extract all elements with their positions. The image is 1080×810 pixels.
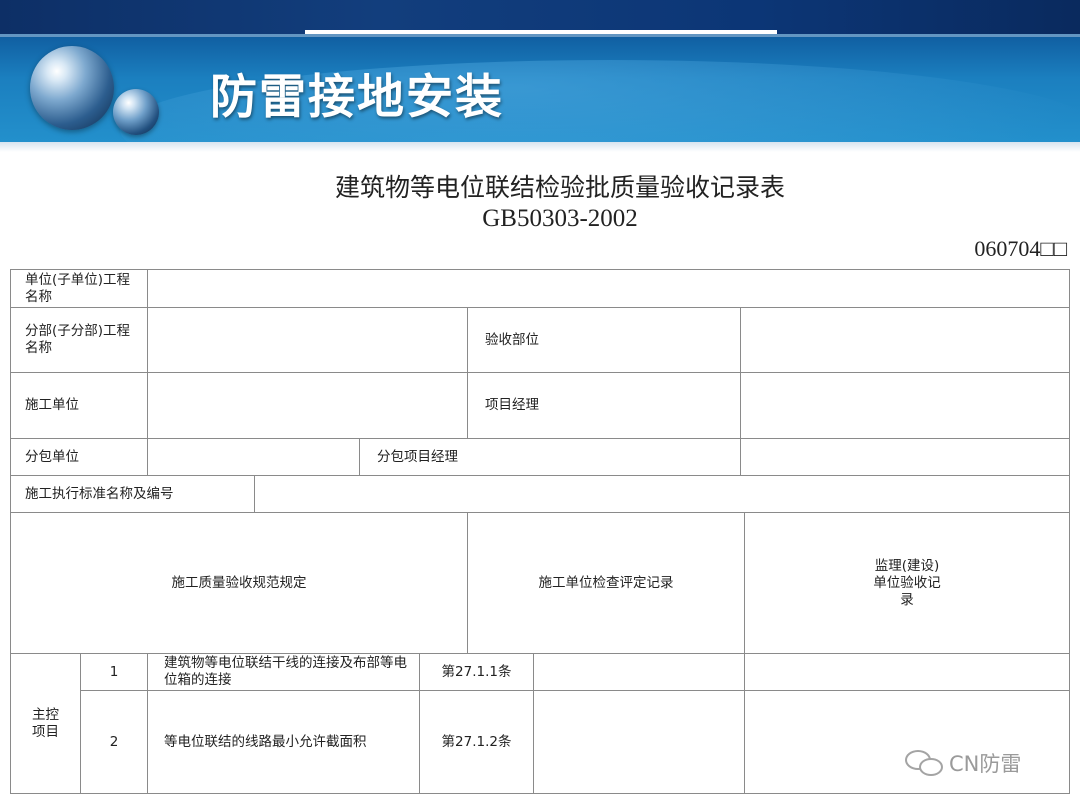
acceptance-record-table: 单位(子单位)工程名称 分部(子分部)工程名称 验收部位 施工单位 项目经理 分… (0, 0, 1080, 810)
item-number: 1 (80, 653, 148, 691)
label-unit-project-name: 单位(子单位)工程名称 (10, 269, 148, 308)
header-quality-spec: 施工质量验收规范规定 (10, 512, 468, 654)
label-project-manager: 项目经理 (467, 372, 741, 439)
header-unit-check-record: 施工单位检查评定记录 (467, 512, 745, 654)
item-supervision-result (744, 653, 1070, 691)
watermark-text: CN防雷 (949, 752, 1022, 776)
header-supervision-record: 监理(建设)单位验收记录 (744, 512, 1070, 654)
watermark: CN防雷 (905, 748, 1021, 778)
acceptance-part-value (740, 307, 1070, 373)
label-subcontract-unit: 分包单位 (10, 438, 148, 476)
sub-project-name-value (147, 307, 468, 373)
standard-name-value (254, 475, 1070, 513)
subcontract-unit-value (147, 438, 360, 476)
item-number: 2 (80, 690, 148, 794)
unit-project-name-value (147, 269, 1070, 308)
label-construction-unit: 施工单位 (10, 372, 148, 439)
construction-unit-value (147, 372, 468, 439)
label-acceptance-part: 验收部位 (467, 307, 741, 373)
label-subcontract-manager: 分包项目经理 (359, 438, 741, 476)
subcontract-manager-value (740, 438, 1070, 476)
wechat-icon (905, 748, 947, 778)
item-check-result (533, 653, 745, 691)
item-supervision-result (744, 690, 1070, 794)
item-check-result (533, 690, 745, 794)
label-main-items: 主控项目 (10, 653, 81, 794)
item-description: 等电位联结的线路最小允许截面积 (147, 690, 420, 794)
label-sub-project-name: 分部(子分部)工程名称 (10, 307, 148, 373)
item-clause: 第27.1.1条 (419, 653, 534, 691)
project-manager-value (740, 372, 1070, 439)
item-description: 建筑物等电位联结干线的连接及布部等电位箱的连接 (147, 653, 420, 691)
item-clause: 第27.1.2条 (419, 690, 534, 794)
label-standard-name: 施工执行标准名称及编号 (10, 475, 255, 513)
